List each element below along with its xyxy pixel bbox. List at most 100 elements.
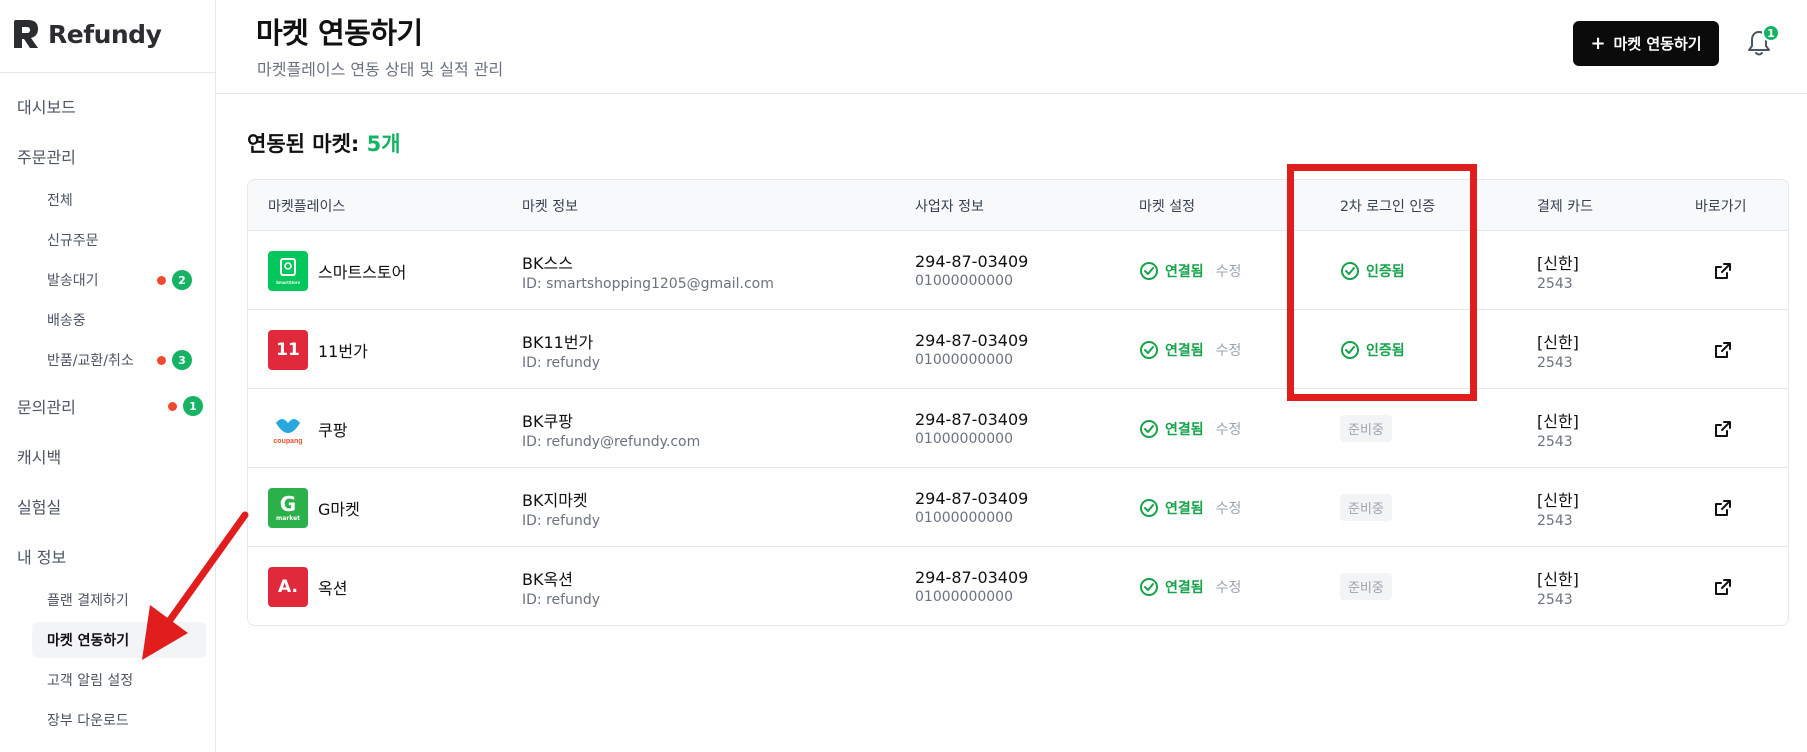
shortcut-cell bbox=[1712, 547, 1734, 625]
marketplace-logo: Gmarket bbox=[268, 487, 308, 528]
marketplace-name: 11번가 bbox=[318, 341, 368, 361]
payment-card-cell: [신한] 2543 bbox=[1537, 231, 1579, 310]
shortcut-cell bbox=[1712, 231, 1734, 310]
external-link-icon[interactable] bbox=[1712, 260, 1734, 282]
sidebar-item-customer-alerts[interactable]: 고객 알림 설정 bbox=[32, 662, 206, 698]
table-header: 마켓플레이스 마켓 정보 사업자 정보 마켓 설정 2차 로그인 인증 결제 카… bbox=[248, 180, 1788, 231]
plus-icon: + bbox=[1590, 32, 1606, 54]
page-header: 마켓 연동하기 마켓플레이스 연동 상태 및 실적 관리 + 마켓 연동하기 1 bbox=[216, 0, 1807, 94]
external-link-icon[interactable] bbox=[1712, 576, 1734, 598]
sidebar-item-inquiries[interactable]: 문의관리 1 bbox=[17, 386, 203, 426]
edit-settings-link[interactable]: 수정 bbox=[1216, 419, 1242, 439]
check-circle-icon bbox=[1140, 498, 1158, 517]
sidebar-item-ledger-download[interactable]: 장부 다운로드 bbox=[32, 702, 206, 738]
payment-card-cell: [신한] 2543 bbox=[1537, 310, 1579, 389]
business-info-cell: 294-87-03409 01000000000 bbox=[915, 231, 1028, 310]
table-row: SmartStore 스마트스토어 BK스스 ID: smartshopping… bbox=[248, 231, 1788, 310]
market-id: ID: refundy bbox=[522, 354, 600, 371]
linked-markets-count: 5개 bbox=[366, 132, 401, 156]
business-number: 294-87-03409 bbox=[915, 568, 1029, 587]
connection-status: 연결됨 bbox=[1165, 263, 1204, 280]
market-id: ID: smartshopping1205@gmail.com bbox=[522, 275, 774, 292]
brand-logo[interactable]: Refundy bbox=[12, 18, 162, 50]
page-title: 마켓 연동하기 bbox=[256, 16, 423, 50]
edit-settings-link[interactable]: 수정 bbox=[1216, 577, 1242, 597]
awaiting-shipment-badge: 2 bbox=[157, 270, 192, 290]
markets-table: 마켓플레이스 마켓 정보 사업자 정보 마켓 설정 2차 로그인 인증 결제 카… bbox=[247, 179, 1789, 626]
market-info-cell: BK옥션 ID: refundy bbox=[522, 547, 600, 625]
sidebar-item-cashback[interactable]: 캐시백 bbox=[17, 436, 203, 476]
business-info-cell: 294-87-03409 01000000000 bbox=[915, 468, 1028, 547]
marketplace-cell: A. 옥션 bbox=[268, 547, 347, 625]
linked-markets-title: 연동된 마켓: 5개 bbox=[247, 132, 401, 156]
column-header-market-settings: 마켓 설정 bbox=[1139, 198, 1195, 215]
auth-cell: 준비중 bbox=[1340, 468, 1392, 547]
business-number: 294-87-03409 bbox=[915, 252, 1029, 271]
sidebar-item-new-orders[interactable]: 신규주문 bbox=[32, 222, 206, 258]
edit-settings-link[interactable]: 수정 bbox=[1216, 498, 1242, 518]
logo-r-icon bbox=[14, 20, 38, 48]
card-name: [신한] bbox=[1537, 253, 1579, 273]
connection-status: 연결됨 bbox=[1165, 342, 1204, 359]
count-badge: 1 bbox=[183, 396, 203, 416]
count-badge: 3 bbox=[172, 350, 192, 370]
sidebar-item-all-orders[interactable]: 전체 bbox=[32, 182, 206, 218]
auth-status: 준비중 bbox=[1340, 415, 1392, 442]
external-link-icon[interactable] bbox=[1712, 497, 1734, 519]
count-badge: 2 bbox=[172, 270, 192, 290]
svg-text:coupang: coupang bbox=[273, 438, 302, 445]
market-info-cell: BK11번가 ID: refundy bbox=[522, 310, 600, 389]
market-settings-cell: 연결됨 수정 bbox=[1139, 389, 1241, 468]
sidebar-item-orders[interactable]: 주문관리 bbox=[17, 136, 203, 176]
payment-card-cell: [신한] 2543 bbox=[1537, 389, 1579, 468]
marketplace-name: 스마트스토어 bbox=[318, 262, 407, 282]
market-info-cell: BK지마켓 ID: refundy bbox=[522, 468, 600, 547]
card-number: 2543 bbox=[1537, 354, 1573, 371]
card-name: [신한] bbox=[1537, 569, 1579, 589]
payment-card-cell: [신한] 2543 bbox=[1537, 468, 1579, 547]
card-name: [신한] bbox=[1537, 332, 1579, 352]
market-name: BK11번가 bbox=[522, 332, 594, 352]
business-phone: 01000000000 bbox=[915, 510, 1013, 526]
connection-status: 연결됨 bbox=[1165, 421, 1204, 438]
market-id: ID: refundy@refundy.com bbox=[522, 433, 701, 450]
column-header-shortcut: 바로가기 bbox=[1695, 198, 1747, 215]
external-link-icon[interactable] bbox=[1712, 418, 1734, 440]
card-name: [신한] bbox=[1537, 490, 1579, 510]
market-settings-cell: 연결됨 수정 bbox=[1139, 310, 1241, 389]
auth-status: 준비중 bbox=[1340, 494, 1392, 521]
sidebar-item-returns[interactable]: 반품/교환/취소 3 bbox=[32, 342, 206, 378]
market-id: ID: refundy bbox=[522, 512, 600, 529]
card-number: 2543 bbox=[1537, 591, 1573, 608]
arrow-annotation bbox=[142, 511, 249, 660]
market-settings-cell: 연결됨 수정 bbox=[1139, 547, 1242, 625]
card-number: 2543 bbox=[1537, 433, 1573, 450]
column-header-payment-card: 결제 카드 bbox=[1537, 198, 1593, 215]
market-info-cell: BK스스 ID: smartshopping1205@gmail.com bbox=[522, 231, 774, 310]
business-info-cell: 294-87-03409 01000000000 bbox=[915, 547, 1029, 625]
marketplace-cell: Gmarket G마켓 bbox=[268, 468, 360, 547]
market-info-cell: BK쿠팡 ID: refundy@refundy.com bbox=[522, 389, 700, 468]
add-market-button[interactable]: + 마켓 연동하기 bbox=[1573, 21, 1719, 66]
sidebar-item-dashboard[interactable]: 대시보드 bbox=[17, 86, 203, 126]
external-link-icon[interactable] bbox=[1712, 339, 1734, 361]
check-circle-icon bbox=[1140, 419, 1158, 438]
business-info-cell: 294-87-03409 01000000000 bbox=[915, 310, 1028, 389]
business-number: 294-87-03409 bbox=[915, 410, 1029, 429]
business-info-cell: 294-87-03409 01000000000 bbox=[915, 389, 1028, 468]
notification-dot bbox=[157, 355, 166, 365]
edit-settings-link[interactable]: 수정 bbox=[1216, 261, 1242, 281]
sidebar-item-in-delivery[interactable]: 배송중 bbox=[32, 302, 206, 338]
market-name: BK지마켓 bbox=[522, 490, 588, 510]
marketplace-logo: SmartStore bbox=[268, 250, 308, 291]
shortcut-cell bbox=[1712, 389, 1734, 468]
market-name: BK스스 bbox=[522, 253, 573, 273]
table-row: 11 11번가 BK11번가 ID: refundy 294-87-03409 … bbox=[248, 310, 1788, 389]
market-id: ID: refundy bbox=[522, 591, 600, 608]
sidebar-item-awaiting-shipment[interactable]: 발송대기 2 bbox=[32, 262, 206, 298]
card-number: 2543 bbox=[1537, 512, 1573, 529]
connection-status: 연결됨 bbox=[1165, 579, 1204, 596]
page-subtitle: 마켓플레이스 연동 상태 및 실적 관리 bbox=[257, 60, 504, 79]
connection-status: 연결됨 bbox=[1165, 500, 1204, 517]
edit-settings-link[interactable]: 수정 bbox=[1216, 340, 1242, 360]
